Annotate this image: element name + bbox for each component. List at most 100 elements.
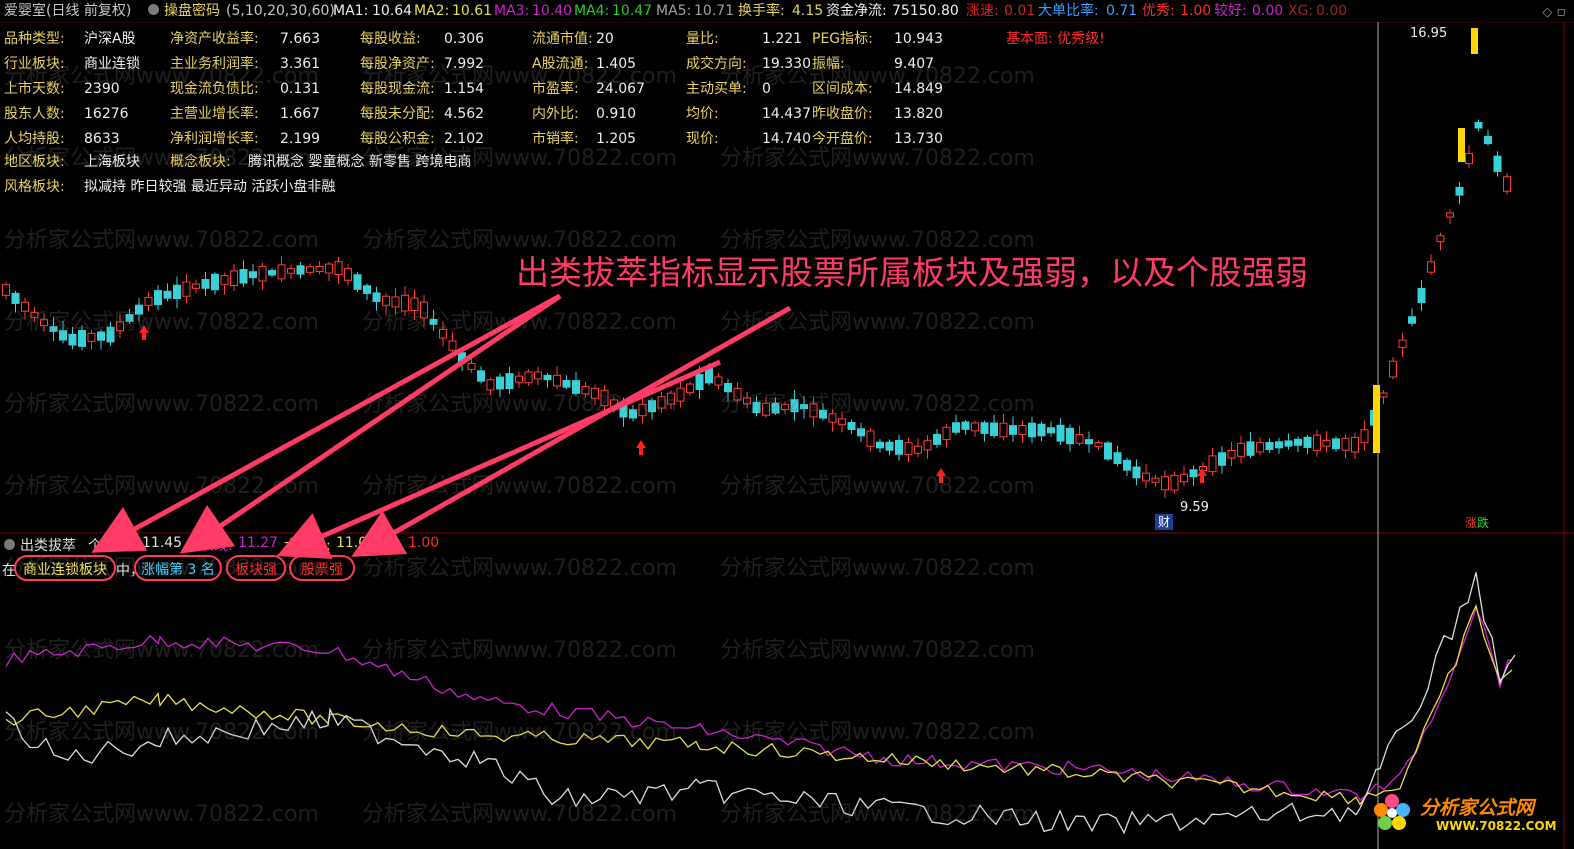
sub-indicator-name[interactable]: 出类拔萃	[20, 535, 76, 555]
candle-body	[828, 413, 837, 423]
candle-body	[211, 273, 219, 291]
zhang-die-marker: 涨跌	[1465, 514, 1489, 531]
candle-body	[1113, 452, 1122, 465]
info-value: 4.562	[444, 106, 485, 122]
candle-body	[800, 404, 808, 410]
candle-body	[239, 269, 248, 284]
info-value: 24.067	[596, 81, 645, 97]
region-label: 地区板块:	[4, 154, 65, 170]
info-value: 14.437	[762, 106, 811, 122]
site-logo-url: WWW.70822.COM	[1436, 819, 1557, 833]
candle-body	[258, 266, 267, 282]
candle-body	[1037, 423, 1046, 437]
candle-body	[638, 403, 647, 417]
info-value: 14.849	[894, 81, 943, 97]
candle-body	[505, 373, 514, 390]
candle-body	[619, 403, 628, 418]
market-line-value: 11.00	[336, 535, 377, 551]
candle-body	[30, 312, 39, 319]
candle-body	[163, 290, 172, 299]
candle-body	[961, 421, 970, 430]
info-value: 3.361	[280, 56, 321, 72]
limit-up-candle	[1373, 385, 1380, 453]
candle-body	[705, 367, 713, 384]
style-value: 拟减持 昨日较强 最近异动 活跃小盘非融	[84, 179, 336, 195]
candle-body	[762, 402, 770, 416]
style-label: 风格板块:	[4, 179, 65, 195]
candle-body	[1332, 438, 1340, 450]
info-label: 昨收盘价:	[812, 106, 873, 122]
zhang-label: 涨	[1465, 516, 1478, 530]
candle-body	[1398, 339, 1407, 348]
info-label: 人均持股:	[4, 131, 65, 147]
candle-body	[1341, 437, 1350, 451]
candle-body	[287, 268, 295, 274]
die-label: 跌	[1477, 516, 1490, 530]
candle-body	[1256, 442, 1264, 453]
candle-body	[1075, 433, 1084, 444]
info-value: 19.330	[762, 56, 811, 72]
candle-body	[1455, 186, 1464, 196]
candle-body	[914, 445, 922, 454]
candle-body	[268, 270, 276, 276]
low-price-label: 9.59	[1180, 500, 1209, 515]
candle-body	[1360, 429, 1369, 444]
annotation-text: 出类拔萃指标显示股票所属板块及强弱，以及个股强弱	[516, 253, 1308, 292]
finance-marker-badge[interactable]: 财	[1155, 514, 1173, 530]
candle-body	[154, 290, 162, 306]
candle-body	[125, 314, 134, 322]
candle-body	[1085, 439, 1093, 445]
candle-body	[1208, 455, 1217, 473]
candle-body	[1237, 442, 1245, 457]
candle-body	[1151, 477, 1160, 483]
candle-body	[1246, 441, 1255, 456]
candle-body	[686, 383, 694, 394]
candle-body	[1313, 434, 1321, 452]
candle-body	[87, 332, 96, 342]
info-label: 现金流负债比:	[170, 81, 259, 97]
info-value: 8633	[84, 131, 120, 147]
candle-body	[895, 439, 903, 455]
candle-body	[201, 279, 210, 289]
candle-body	[429, 318, 438, 325]
candle-body	[1104, 442, 1112, 460]
info-value: 13.820	[894, 106, 943, 122]
candle-body	[667, 392, 675, 405]
candle-body	[144, 296, 153, 306]
candle-body	[363, 285, 371, 294]
info-label: 主营业增长率:	[170, 106, 259, 122]
candle-body	[942, 426, 951, 441]
candle-body	[581, 385, 590, 395]
candle-body	[885, 441, 894, 451]
info-value: 13.730	[894, 131, 943, 147]
candle-body	[1493, 155, 1502, 172]
info-label: 每股收益:	[360, 31, 421, 47]
candle-body	[59, 330, 67, 341]
candle-body	[1066, 427, 1074, 445]
info-value: 14.740	[762, 131, 811, 147]
candle-body	[21, 301, 29, 312]
candle-body	[173, 284, 181, 299]
candle-body	[543, 374, 552, 381]
candle-body	[192, 283, 200, 289]
sub-extra-value: 1.00	[408, 535, 440, 551]
candle-body	[1265, 442, 1274, 451]
buy-arrow-icon	[636, 440, 646, 455]
candle-body	[1028, 422, 1036, 438]
candle-body	[714, 376, 723, 386]
sector-line	[5, 606, 1513, 802]
kline-chart[interactable]	[0, 0, 1574, 849]
candle-body	[857, 428, 865, 437]
stock-line-value: 11.45	[142, 535, 183, 551]
candle-body	[410, 297, 419, 312]
candle-body	[781, 403, 789, 410]
info-value: 0.306	[444, 31, 485, 47]
sub-indicator-menu-icon[interactable]	[4, 539, 15, 550]
fundamental-rating: 基本面: 优秀级!	[1006, 31, 1105, 47]
candle-body	[1218, 452, 1226, 466]
info-label: 每股公积金:	[360, 131, 435, 147]
buy-arrow-icon	[139, 325, 149, 340]
candle-body	[325, 263, 333, 274]
candle-body	[600, 389, 609, 407]
candle-body	[135, 304, 143, 315]
